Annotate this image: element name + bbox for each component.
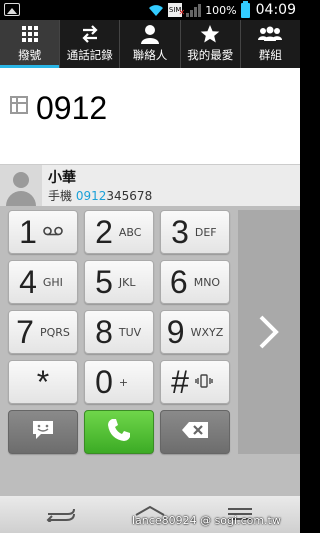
contact-icon bbox=[141, 23, 159, 45]
key-5[interactable]: 5 JKL bbox=[84, 260, 154, 304]
tab-contacts[interactable]: 聯絡人 bbox=[120, 20, 181, 68]
vibrate-icon bbox=[195, 373, 219, 391]
key-2[interactable]: 2 ABC bbox=[84, 210, 154, 254]
message-button[interactable] bbox=[8, 410, 78, 454]
no-sim-icon: SIM bbox=[168, 3, 185, 20]
image-notification-icon bbox=[4, 3, 20, 16]
backspace-icon bbox=[182, 422, 208, 442]
chevron-right-icon bbox=[259, 315, 279, 349]
status-bar: SIM 100% 04:09 bbox=[0, 0, 300, 20]
wifi-icon bbox=[149, 5, 164, 16]
key-digit: 5 bbox=[95, 263, 113, 300]
key-digit: * bbox=[36, 363, 50, 400]
avatar bbox=[0, 165, 42, 207]
key-letters: + bbox=[118, 375, 129, 389]
dialpad-small-icon bbox=[10, 96, 28, 114]
key-digit: 1 bbox=[19, 213, 37, 250]
key-letters: WXYZ bbox=[190, 325, 224, 339]
battery-icon bbox=[240, 0, 250, 18]
key-letters: MNO bbox=[193, 275, 221, 289]
call-icon bbox=[106, 417, 132, 447]
key-hash[interactable]: # bbox=[160, 360, 230, 404]
tab-favorites[interactable]: 我的最愛 bbox=[181, 20, 241, 68]
key-letters: ABC bbox=[118, 225, 142, 239]
tab-label: 聯絡人 bbox=[132, 48, 168, 62]
key-star[interactable]: * bbox=[8, 360, 78, 404]
key-digit: 7 bbox=[16, 313, 34, 350]
key-6[interactable]: 6 MNO bbox=[160, 260, 230, 304]
key-3[interactable]: 3 DEF bbox=[160, 210, 230, 254]
phone-label: 手機 bbox=[48, 189, 73, 203]
key-digit: 6 bbox=[169, 263, 188, 300]
navigation-bar: lance80924 @ sogi.com.tw bbox=[0, 496, 300, 533]
key-7[interactable]: 7 PQRS bbox=[8, 310, 78, 354]
key-9[interactable]: 9 WXYZ bbox=[160, 310, 230, 354]
contact-suggestion[interactable]: 小華 手機 0912345678 bbox=[0, 164, 300, 207]
tab-label: 群組 bbox=[258, 48, 282, 62]
battery-percent: 100% bbox=[205, 3, 237, 17]
star-icon bbox=[200, 23, 220, 45]
tab-label: 我的最愛 bbox=[187, 48, 234, 62]
key-letters: GHI bbox=[42, 275, 63, 289]
tab-dialer[interactable]: 撥號 bbox=[0, 20, 61, 68]
key-letters: PQRS bbox=[39, 325, 70, 339]
tab-groups[interactable]: 群組 bbox=[241, 20, 300, 68]
key-4[interactable]: 4 GHI bbox=[8, 260, 78, 304]
signal-icon bbox=[186, 3, 202, 17]
phone-match: 0912 bbox=[75, 189, 107, 203]
tab-call-log[interactable]: 通話記錄 bbox=[60, 20, 121, 68]
watermark: lance80924 @ sogi.com.tw bbox=[132, 514, 281, 527]
key-digit: 3 bbox=[171, 213, 189, 250]
keypad-area: 1 2 ABC 3 DEF 4 GHI 5 JKL 6 MNO 7 PQRS 8… bbox=[0, 206, 300, 496]
key-digit: # bbox=[171, 363, 189, 400]
message-icon bbox=[32, 420, 54, 444]
back-button[interactable] bbox=[42, 502, 78, 526]
tab-bar: 撥號 通話記錄 聯絡人 我的最愛 群組 bbox=[0, 20, 300, 68]
call-button[interactable] bbox=[84, 410, 154, 454]
key-digit: 4 bbox=[19, 263, 37, 300]
clock: 04:09 bbox=[255, 2, 296, 18]
contact-phone: 手機 0912345678 bbox=[48, 187, 152, 204]
next-panel-button[interactable] bbox=[238, 210, 300, 454]
phone-rest: 345678 bbox=[106, 189, 153, 203]
key-digit: 0 bbox=[95, 363, 113, 400]
tab-label: 通話記錄 bbox=[66, 48, 113, 62]
group-icon bbox=[258, 23, 283, 45]
key-8[interactable]: 8 TUV bbox=[84, 310, 154, 354]
key-letters: DEF bbox=[194, 225, 217, 239]
call-log-icon bbox=[81, 23, 99, 45]
back-icon bbox=[46, 508, 75, 522]
backspace-button[interactable] bbox=[160, 410, 230, 454]
key-digit: 8 bbox=[95, 313, 113, 350]
dialed-number[interactable]: 0912 bbox=[36, 90, 107, 127]
contact-name: 小華 bbox=[48, 170, 76, 186]
key-0[interactable]: 0 + bbox=[84, 360, 154, 404]
voicemail-icon bbox=[43, 226, 67, 239]
key-digit: 2 bbox=[95, 213, 113, 250]
key-digit: 9 bbox=[166, 313, 185, 350]
dialpad-icon bbox=[21, 23, 39, 45]
number-display: 0912 bbox=[0, 68, 300, 164]
key-letters: JKL bbox=[118, 275, 136, 289]
key-letters: TUV bbox=[118, 325, 142, 339]
key-1[interactable]: 1 bbox=[8, 210, 78, 254]
tab-label: 撥號 bbox=[18, 48, 42, 62]
